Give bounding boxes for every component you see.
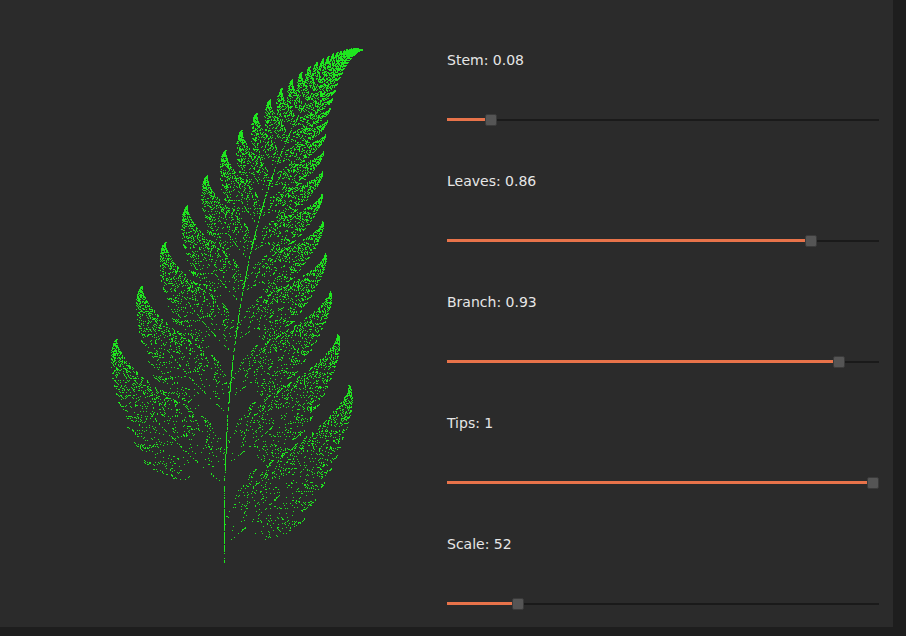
slider-handle[interactable] (867, 477, 879, 489)
slider-row: Leaves: 0.86 (447, 173, 879, 247)
slider-label: Scale: 52 (447, 536, 879, 552)
slider-fill (447, 118, 486, 121)
slider-fill (447, 360, 844, 363)
slider-row: Branch: 0.93 (447, 294, 879, 368)
slider-label: Stem: 0.08 (447, 52, 879, 68)
slider-row: Stem: 0.08 (447, 52, 879, 126)
slider-handle[interactable] (512, 598, 524, 610)
slider-fill (447, 602, 514, 605)
slider[interactable] (447, 477, 879, 489)
slider[interactable] (447, 356, 879, 368)
slider[interactable] (447, 114, 879, 126)
slider-track (447, 119, 879, 121)
screen: Stem: 0.08 Leaves: 0.86 Branch: 0.93 Tips: … (0, 0, 906, 636)
slider-label: Branch: 0.93 (447, 294, 879, 310)
slider-label: Leaves: 0.86 (447, 173, 879, 189)
slider-row: Tips: 1 (447, 415, 879, 489)
slider-handle[interactable] (833, 356, 845, 368)
slider-handle[interactable] (485, 114, 497, 126)
slider-fill (447, 239, 815, 242)
slider-handle[interactable] (805, 235, 817, 247)
fern-canvas (0, 0, 440, 627)
window: Stem: 0.08 Leaves: 0.86 Branch: 0.93 Tips: … (0, 0, 893, 627)
slider-fill (447, 481, 879, 484)
slider-row: Scale: 52 (447, 536, 879, 610)
slider-label: Tips: 1 (447, 415, 879, 431)
slider[interactable] (447, 235, 879, 247)
controls-panel: Stem: 0.08 Leaves: 0.86 Branch: 0.93 Tips: … (447, 0, 879, 627)
slider[interactable] (447, 598, 879, 610)
